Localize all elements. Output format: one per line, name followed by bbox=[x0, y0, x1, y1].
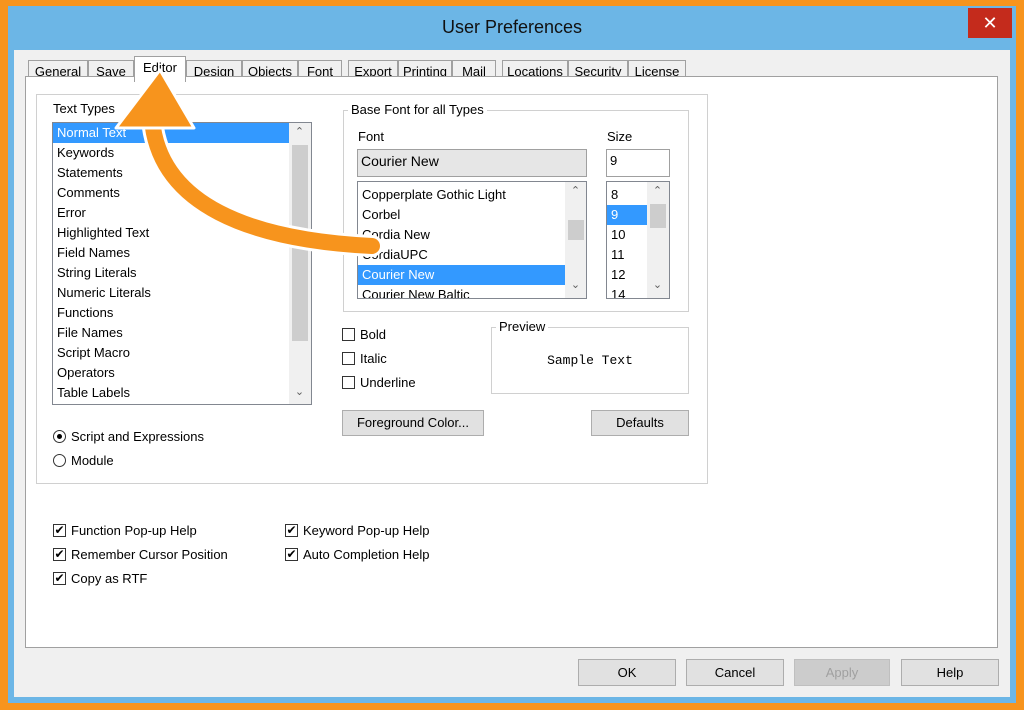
text-types-list[interactable]: Normal Text Keywords Statements Comments Err… bbox=[52, 122, 312, 405]
underline-checkbox[interactable] bbox=[342, 376, 355, 389]
size-item[interactable]: 12 bbox=[607, 265, 647, 285]
font-size-field[interactable]: 9 bbox=[606, 149, 670, 177]
tab-editor[interactable]: Editor bbox=[134, 56, 186, 82]
italic-checkbox[interactable] bbox=[342, 352, 355, 365]
size-item[interactable]: 11 bbox=[607, 245, 647, 265]
text-type-item[interactable]: Table Labels bbox=[53, 383, 289, 403]
font-name-field[interactable]: Courier New bbox=[357, 149, 587, 177]
script-expressions-label: Script and Expressions bbox=[71, 429, 204, 444]
ok-button[interactable]: OK bbox=[578, 659, 676, 686]
font-label: Font bbox=[358, 129, 385, 144]
keyword-popup-label: Keyword Pop-up Help bbox=[303, 523, 430, 538]
text-type-item[interactable]: Numeric Literals bbox=[53, 283, 289, 303]
bold-label: Bold bbox=[360, 327, 387, 342]
size-label: Size bbox=[607, 129, 633, 144]
remember-cursor-checkbox[interactable]: ✔ bbox=[53, 548, 66, 561]
preview-label: Preview bbox=[496, 319, 549, 334]
close-button[interactable]: ✕ bbox=[968, 8, 1012, 38]
help-button[interactable]: Help bbox=[901, 659, 999, 686]
text-type-item[interactable]: Comments bbox=[53, 183, 289, 203]
font-item[interactable]: CordiaUPC bbox=[358, 245, 565, 265]
bold-checkbox[interactable] bbox=[342, 328, 355, 341]
font-item[interactable]: Corbel bbox=[358, 205, 565, 225]
auto-completion-label: Auto Completion Help bbox=[303, 547, 430, 562]
base-font-group-label: Base Font for all Types bbox=[348, 102, 487, 117]
text-type-item[interactable]: Script Macro bbox=[53, 343, 289, 363]
size-item[interactable]: 9 bbox=[607, 205, 647, 225]
copy-rtf-label: Copy as RTF bbox=[71, 571, 148, 586]
cancel-button[interactable]: Cancel bbox=[686, 659, 784, 686]
text-type-item[interactable]: Field Names bbox=[53, 243, 289, 263]
scroll-up-icon[interactable]: ⌃ bbox=[567, 184, 584, 197]
scroll-up-icon[interactable]: ⌃ bbox=[649, 184, 666, 197]
scroll-down-icon[interactable]: ⌄ bbox=[291, 385, 308, 398]
text-types-scrollbar[interactable]: ⌃ ⌄ bbox=[289, 123, 311, 404]
scroll-down-icon[interactable]: ⌄ bbox=[567, 278, 584, 291]
text-type-item[interactable]: Functions bbox=[53, 303, 289, 323]
text-type-item[interactable]: Keywords bbox=[53, 143, 289, 163]
size-item[interactable]: 14 bbox=[607, 285, 647, 298]
defaults-button[interactable]: Defaults bbox=[591, 410, 689, 436]
size-item[interactable]: 8 bbox=[607, 185, 647, 205]
module-radio[interactable] bbox=[53, 454, 66, 467]
text-type-item[interactable]: Highlighted Text bbox=[53, 223, 289, 243]
italic-label: Italic bbox=[360, 351, 387, 366]
apply-button[interactable]: Apply bbox=[794, 659, 890, 686]
scroll-thumb[interactable] bbox=[568, 220, 584, 240]
font-item[interactable]: Cordia New bbox=[358, 225, 565, 245]
text-types-label: Text Types bbox=[53, 101, 115, 116]
radio-dot-icon bbox=[57, 434, 62, 439]
font-item[interactable]: Courier New bbox=[358, 265, 565, 285]
font-item[interactable]: Courier New Baltic bbox=[358, 285, 565, 298]
size-item[interactable]: 10 bbox=[607, 225, 647, 245]
function-popup-label: Function Pop-up Help bbox=[71, 523, 197, 538]
font-list-scrollbar[interactable]: ⌃ ⌄ bbox=[565, 182, 586, 298]
window-title: User Preferences bbox=[441, 17, 583, 37]
size-list-scrollbar[interactable]: ⌃ ⌄ bbox=[647, 182, 669, 298]
text-type-item[interactable]: Operators bbox=[53, 363, 289, 383]
script-expressions-radio[interactable] bbox=[53, 430, 66, 443]
remember-cursor-label: Remember Cursor Position bbox=[71, 547, 228, 562]
auto-completion-checkbox[interactable]: ✔ bbox=[285, 548, 298, 561]
copy-rtf-checkbox[interactable]: ✔ bbox=[53, 572, 66, 585]
font-list[interactable]: Copperplate Gothic Light Corbel Cordia New… bbox=[357, 181, 587, 299]
scroll-thumb[interactable] bbox=[292, 145, 308, 341]
scroll-up-icon[interactable]: ⌃ bbox=[291, 125, 308, 138]
scroll-down-icon[interactable]: ⌄ bbox=[649, 278, 666, 291]
foreground-color-button[interactable]: Foreground Color... bbox=[342, 410, 484, 436]
text-type-item[interactable]: String Literals bbox=[53, 263, 289, 283]
text-type-item[interactable]: Error bbox=[53, 203, 289, 223]
font-item[interactable]: Copperplate Gothic Light bbox=[358, 185, 565, 205]
text-type-item[interactable]: Statements bbox=[53, 163, 289, 183]
module-label: Module bbox=[71, 453, 114, 468]
function-popup-checkbox[interactable]: ✔ bbox=[53, 524, 66, 537]
underline-label: Underline bbox=[360, 375, 416, 390]
scroll-thumb[interactable] bbox=[650, 204, 666, 228]
text-type-item[interactable]: Normal Text bbox=[53, 123, 289, 143]
keyword-popup-checkbox[interactable]: ✔ bbox=[285, 524, 298, 537]
text-type-item[interactable]: File Names bbox=[53, 323, 289, 343]
preview-sample-text: Sample Text bbox=[547, 353, 633, 368]
size-list[interactable]: 8 9 10 11 12 14 ⌃ ⌄ bbox=[606, 181, 670, 299]
